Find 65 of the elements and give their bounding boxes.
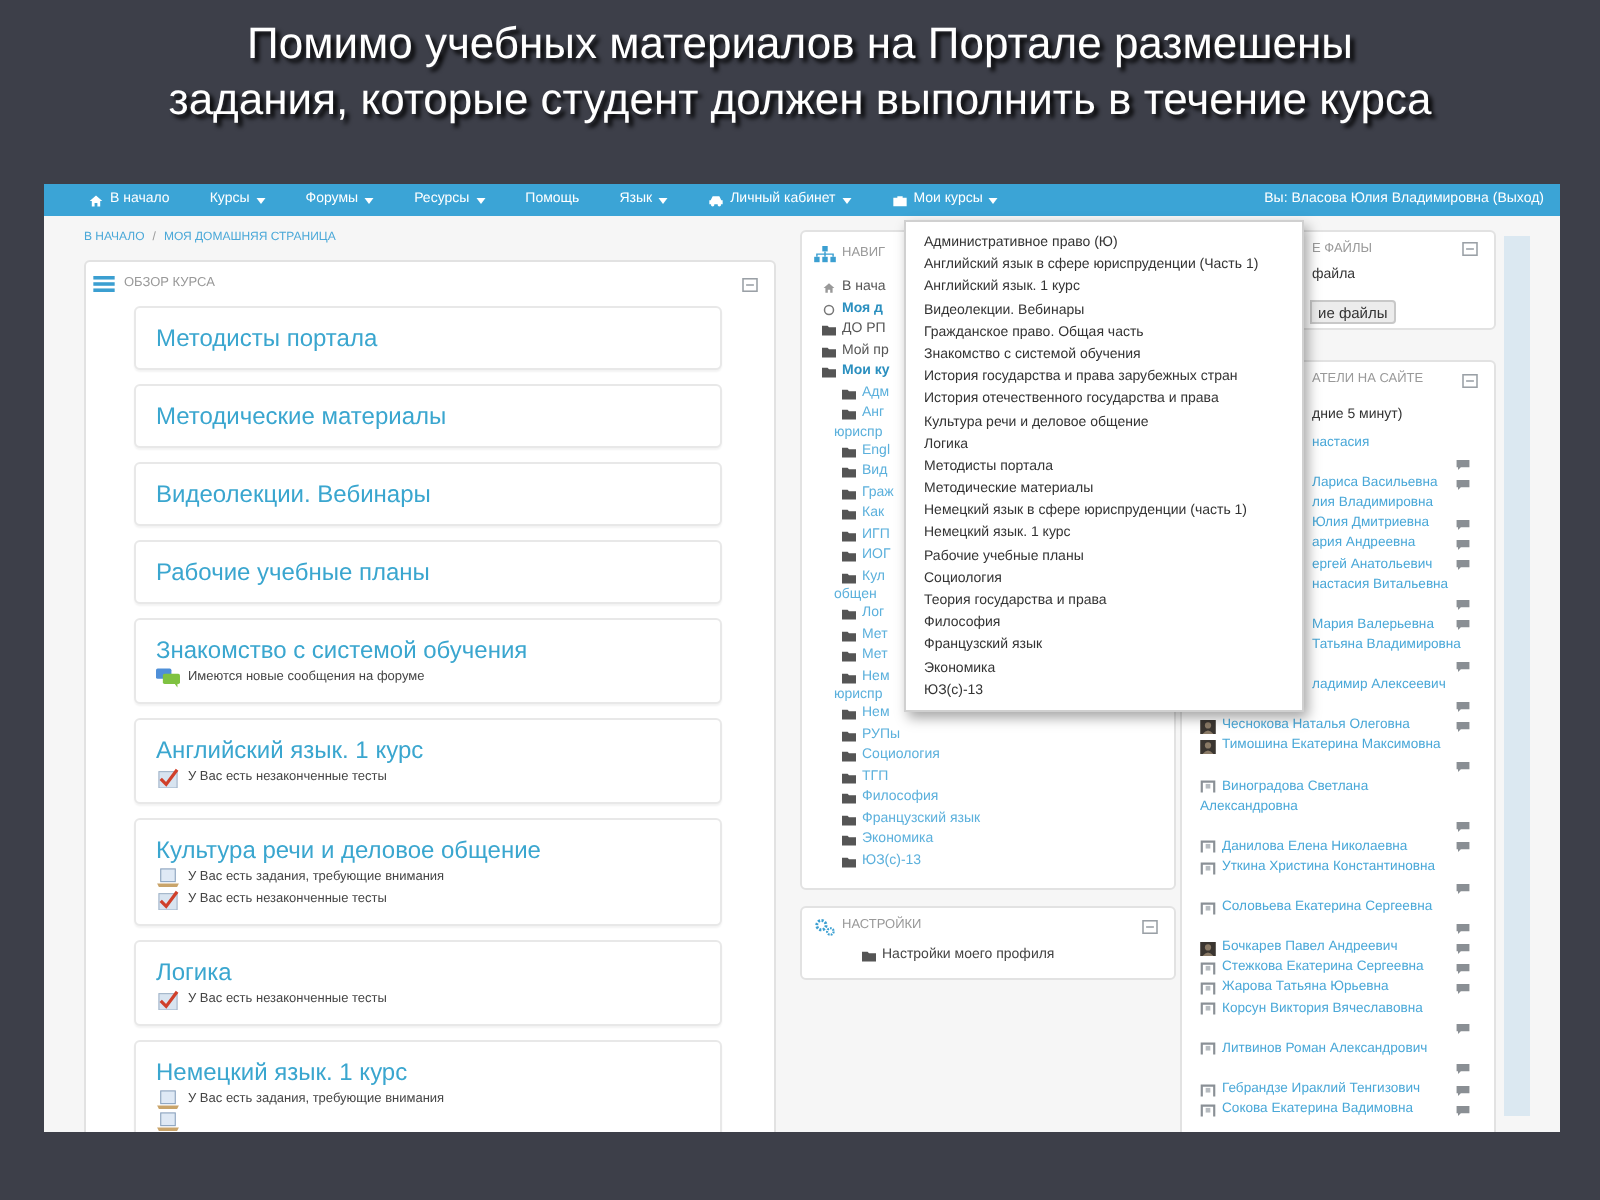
avatar-icon	[1200, 982, 1216, 997]
chat-icon[interactable]	[1456, 822, 1470, 833]
gear-icon	[814, 917, 836, 935]
avatar-icon	[1200, 840, 1216, 855]
chat-icon[interactable]	[1456, 701, 1470, 712]
chat-icon[interactable]	[1456, 479, 1470, 490]
chat-icon[interactable]	[1456, 943, 1470, 954]
laptop-icon	[156, 867, 180, 887]
avatar-icon	[1200, 861, 1216, 876]
course-title-link[interactable]: Логика	[156, 956, 232, 988]
home-icon	[88, 193, 104, 207]
chat-icon[interactable]	[1456, 620, 1470, 631]
chat-icon[interactable]	[1456, 721, 1470, 732]
avatar-icon	[1200, 739, 1216, 754]
course-title-link[interactable]: Культура речи и деловое общение	[156, 834, 541, 866]
car-icon	[708, 193, 725, 207]
chat-icon[interactable]	[1456, 762, 1470, 773]
course-title-link[interactable]: Методические материалы	[156, 400, 447, 432]
speech-bubbles-icon	[156, 667, 180, 687]
menu-icon	[92, 276, 116, 292]
course-title-link[interactable]: Рабочие учебные планы	[156, 556, 430, 588]
avatar-icon	[1200, 941, 1216, 956]
sitemap-icon	[814, 245, 836, 263]
chat-icon[interactable]	[1456, 1064, 1470, 1075]
chat-icon[interactable]	[1456, 1105, 1470, 1116]
course-title-link[interactable]: Видеолекции. Вебинары	[156, 478, 431, 510]
chat-icon[interactable]	[1456, 540, 1470, 551]
home-icon	[822, 282, 836, 295]
laptop-icon	[156, 1089, 180, 1109]
course-title-link[interactable]: Английский язык. 1 курс	[156, 734, 424, 766]
chat-icon[interactable]	[1456, 600, 1470, 611]
avatar-icon	[1200, 961, 1216, 976]
chat-icon[interactable]	[1456, 459, 1470, 470]
laptop-icon	[156, 1111, 180, 1131]
chat-icon[interactable]	[1456, 923, 1470, 934]
circle-icon	[822, 303, 836, 316]
briefcase-icon	[891, 193, 908, 207]
chat-icon[interactable]	[1456, 1024, 1470, 1035]
course-title-link[interactable]: Немецкий язык. 1 курс	[156, 1056, 408, 1088]
folder-icon	[862, 950, 876, 962]
chat-icon[interactable]	[1456, 560, 1470, 571]
chat-icon[interactable]	[1456, 842, 1470, 853]
chat-icon[interactable]	[1456, 984, 1470, 995]
chat-icon[interactable]	[1456, 1085, 1470, 1096]
avatar-icon	[1200, 780, 1216, 795]
avatar-icon	[1200, 1103, 1216, 1118]
avatar-icon	[1200, 1083, 1216, 1098]
chat-icon[interactable]	[1456, 883, 1470, 894]
course-title-link[interactable]: Знакомство с системой обучения	[156, 634, 528, 666]
chat-icon[interactable]	[1456, 661, 1470, 672]
chat-icon[interactable]	[1456, 963, 1470, 974]
course-title-link[interactable]: Методисты портала	[156, 322, 378, 354]
chat-icon[interactable]	[1456, 519, 1470, 530]
collapse-icon[interactable]	[1142, 919, 1158, 933]
avatar-icon	[1200, 719, 1216, 734]
checkmark-icon	[156, 989, 180, 1009]
avatar-icon	[1200, 1002, 1216, 1017]
collapse-icon[interactable]	[742, 277, 758, 291]
avatar-icon	[1200, 901, 1216, 916]
avatar-icon	[1200, 1042, 1216, 1057]
checkmark-icon	[156, 767, 180, 787]
collapse-icon[interactable]	[1462, 373, 1478, 387]
slide-title: Помимо учебных материалов на Портале размешены задания, которые студент должен выполнить в течение курса	[166, 16, 1434, 128]
checkmark-icon	[156, 889, 180, 909]
collapse-icon[interactable]	[1462, 242, 1478, 256]
